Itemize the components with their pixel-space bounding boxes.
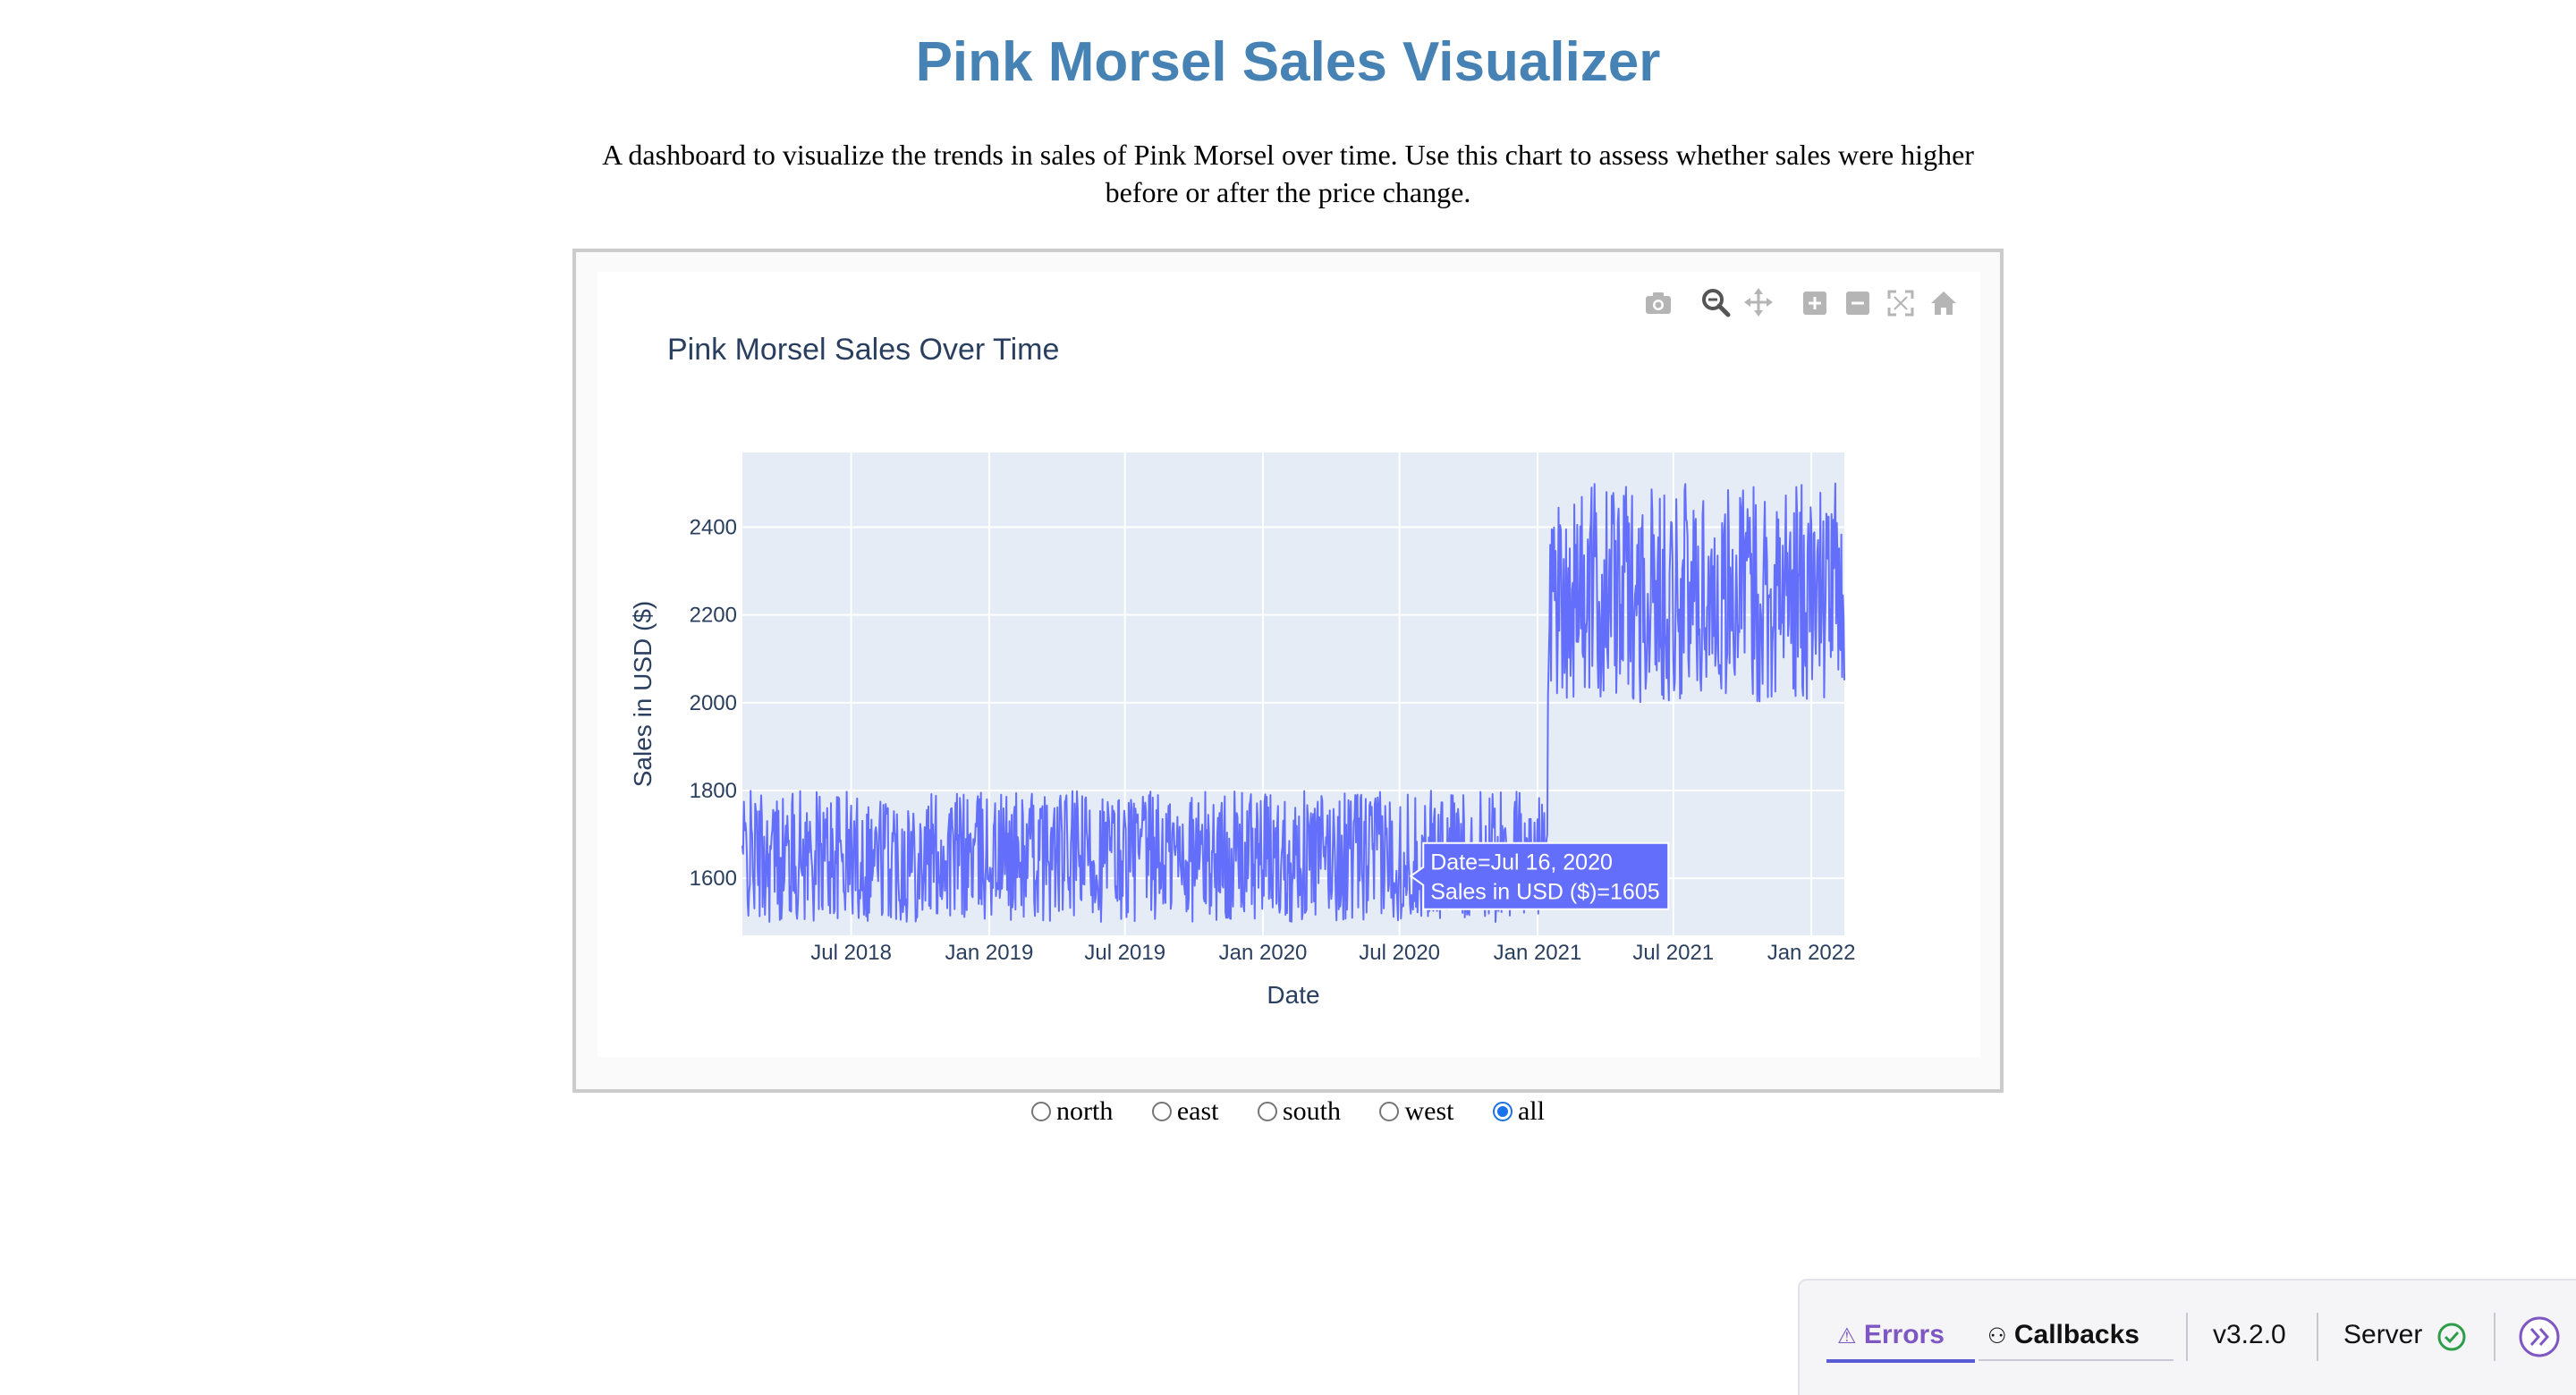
radio-north[interactable]: north <box>1031 1096 1113 1127</box>
x-tick-label: Jul 2018 <box>810 941 892 965</box>
y-tick-label: 2000 <box>690 691 737 715</box>
warning-icon: ⚠ <box>1837 1324 1857 1348</box>
region-radio-group: north east south west all <box>0 1096 2576 1129</box>
graph-container: Pink Morsel Sales Over Time Jul 2018 Jan … <box>572 249 2004 1093</box>
x-tick-label: Jul 2021 <box>1632 941 1714 965</box>
x-tick-label: Jan 2019 <box>945 941 1034 965</box>
x-tick-labels: Jul 2018 Jan 2019 Jul 2019 Jan 2020 Jul 2020… <box>810 941 1855 965</box>
zoom-icon[interactable] <box>1702 289 1731 317</box>
radio-all[interactable]: all <box>1492 1096 1545 1127</box>
callbacks-tab[interactable]: ⚇ Callbacks <box>1987 1320 2140 1350</box>
page-description: A dashboard to visualize the trends in s… <box>602 139 1974 208</box>
radio-label: north <box>1056 1096 1114 1126</box>
radio-button[interactable] <box>1492 1102 1513 1121</box>
y-axis-label: Sales in USD ($) <box>629 601 657 788</box>
radio-button[interactable] <box>1031 1102 1051 1121</box>
sales-chart[interactable]: Pink Morsel Sales Over Time Jul 2018 Jan … <box>597 272 1980 1057</box>
radio-south[interactable]: south <box>1257 1096 1341 1127</box>
x-tick-label: Jan 2022 <box>1767 941 1856 965</box>
y-tick-label: 2200 <box>690 604 737 628</box>
hover-tooltip-date: Date=Jul 16, 2020 <box>1430 850 1613 875</box>
x-tick-label: Jan 2020 <box>1219 941 1308 965</box>
radio-label: west <box>1404 1096 1454 1126</box>
x-tick-label: Jul 2019 <box>1084 941 1165 965</box>
radio-button[interactable] <box>1379 1102 1400 1121</box>
radio-button[interactable] <box>1257 1102 1277 1121</box>
graph-panel: Pink Morsel Sales Over Time Jul 2018 Jan … <box>597 272 1980 1057</box>
radio-button[interactable] <box>1151 1102 1172 1121</box>
version-label: v3.2.0 <box>2213 1320 2286 1349</box>
chart-title: Pink Morsel Sales Over Time <box>667 333 1059 367</box>
page-title: Pink Morsel Sales Visualizer <box>915 31 1661 93</box>
errors-tab[interactable]: ⚠ Errors <box>1837 1320 1945 1350</box>
expand-devtools-icon[interactable] <box>2517 1315 2562 1359</box>
check-circle-icon <box>2437 1323 2466 1351</box>
reset-axes-icon[interactable] <box>1931 292 1956 315</box>
callbacks-tab-label: Callbacks <box>2013 1320 2140 1349</box>
hover-tooltip: Date=Jul 16, 2020 Sales in USD ($)=1605 <box>1409 841 1670 910</box>
server-status-label: Server <box>2343 1320 2423 1349</box>
x-axis-label: Date <box>1267 981 1319 1009</box>
zoom-in-icon[interactable] <box>1803 292 1826 315</box>
y-tick-labels: 1600 1800 2000 2200 2400 <box>690 515 737 891</box>
separator <box>2317 1313 2318 1361</box>
radio-label: south <box>1282 1096 1341 1126</box>
separator <box>2494 1313 2496 1361</box>
radio-west[interactable]: west <box>1379 1096 1453 1127</box>
separator <box>2186 1313 2188 1361</box>
radio-east[interactable]: east <box>1151 1096 1219 1127</box>
pan-icon[interactable] <box>1744 288 1773 317</box>
y-tick-label: 1600 <box>690 867 737 891</box>
dash-devtools-bar: ⚠ Errors ⚇ Callbacks v3.2.0 Server <box>1798 1279 2576 1395</box>
errors-tab-label: Errors <box>1863 1320 1945 1349</box>
x-tick-label: Jul 2020 <box>1359 941 1440 965</box>
errors-tab-underline <box>1826 1359 1975 1363</box>
x-tick-label: Jan 2021 <box>1494 941 1582 965</box>
y-tick-label: 1800 <box>690 779 737 803</box>
callbacks-icon: ⚇ <box>1987 1324 2007 1348</box>
y-tick-label: 2400 <box>690 515 737 539</box>
callbacks-tab-underline <box>1979 1359 2174 1361</box>
modebar <box>1646 288 1956 317</box>
radio-label: all <box>1517 1096 1545 1126</box>
hover-tooltip-value: Sales in USD ($)=1605 <box>1430 880 1659 905</box>
radio-label: east <box>1176 1096 1219 1126</box>
zoom-out-icon[interactable] <box>1846 292 1869 315</box>
camera-icon[interactable] <box>1646 292 1671 314</box>
autoscale-icon[interactable] <box>1887 290 1914 317</box>
